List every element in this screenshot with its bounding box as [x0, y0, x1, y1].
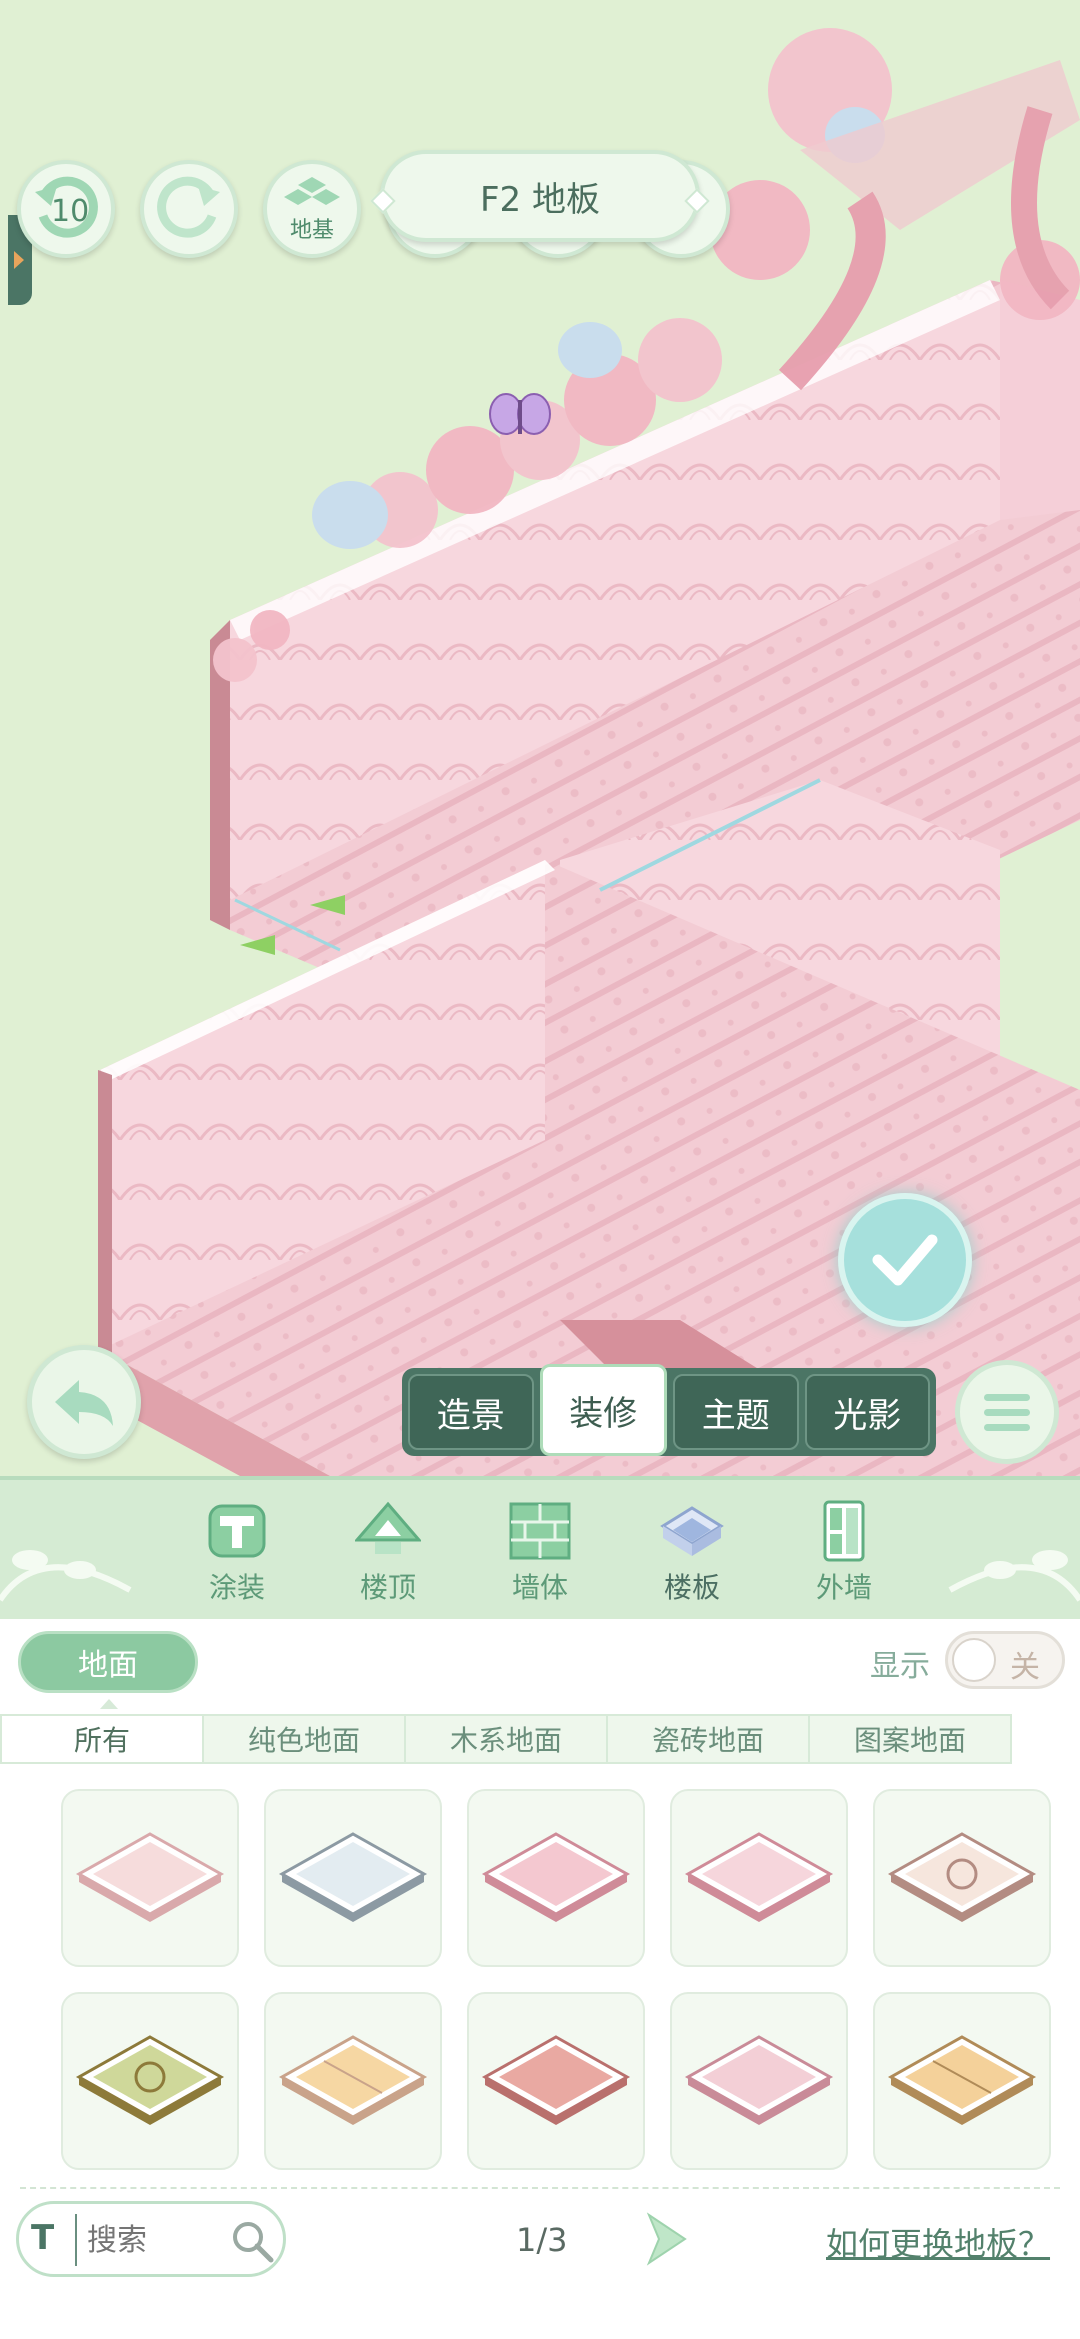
subtab-pattern[interactable]: 图案地面: [808, 1714, 1012, 1764]
help-link[interactable]: 如何更换地板？: [826, 2219, 1050, 2265]
category-exterior-wall[interactable]: 外墙: [789, 1500, 899, 1612]
search-box[interactable]: T: [16, 2201, 286, 2277]
section-pill-ground[interactable]: 地面: [18, 1631, 198, 1693]
vine-decoration-right: [948, 1550, 1080, 1602]
search-separator: [75, 2214, 77, 2266]
butterfly: [489, 393, 551, 435]
floor-item-tile[interactable]: [873, 1992, 1051, 2170]
next-page-arrow-icon[interactable]: [645, 2211, 689, 2267]
subtab-wood[interactable]: 木系地面: [404, 1714, 608, 1764]
back-arrow-icon: [55, 1380, 113, 1426]
category-label: 楼板: [663, 1571, 720, 1604]
tab-theme[interactable]: 主题: [673, 1374, 799, 1450]
menu-button[interactable]: [955, 1360, 1059, 1464]
category-label: 楼顶: [359, 1571, 416, 1604]
exterior-wall-icon: [823, 1500, 865, 1562]
checkmark-icon: [872, 1234, 938, 1286]
subtab-solid-color[interactable]: 纯色地面: [202, 1714, 406, 1764]
redo-icon: [157, 176, 220, 238]
toggle-state: 关: [1010, 1650, 1040, 1685]
subtab-all[interactable]: 所有: [0, 1714, 204, 1764]
floor-item-tile[interactable]: [264, 1789, 442, 1967]
display-toggle[interactable]: 关: [945, 1631, 1065, 1689]
floor-item-tile[interactable]: [61, 1789, 239, 1967]
foundation-button[interactable]: 地基: [263, 160, 361, 258]
brick-wall-icon: [509, 1502, 571, 1560]
floor-item-tile[interactable]: [467, 1992, 645, 2170]
floor-item-tile[interactable]: [670, 1789, 848, 1967]
search-input[interactable]: [85, 2216, 229, 2264]
roof-icon: [355, 1501, 421, 1554]
category-label: 墙体: [511, 1571, 568, 1604]
redo-button[interactable]: [140, 160, 238, 258]
floor-item-tile[interactable]: [61, 1992, 239, 2170]
section-label: 地面: [78, 1648, 138, 1683]
page-indicator: 1/3: [516, 2221, 568, 2259]
floor-tile-wood-parquet-icon: [887, 2035, 1037, 2125]
floor-tile-yellow-wood-icon: [278, 2035, 428, 2125]
section-pointer: [100, 1699, 118, 1709]
toggle-knob: [952, 1638, 996, 1682]
floor-item-tile[interactable]: [264, 1992, 442, 2170]
category-roof[interactable]: 楼顶: [333, 1500, 443, 1612]
search-icon[interactable]: [229, 2218, 275, 2264]
floor-tile-pink-icon: [481, 1832, 631, 1922]
vine-decoration-left: [0, 1550, 132, 1602]
category-label: 外墙: [815, 1571, 872, 1604]
floor-tile-rose-icon: [481, 2035, 631, 2125]
tab-lighting[interactable]: 光影: [804, 1374, 930, 1450]
divider: [20, 2187, 1060, 2189]
menu-icon: [984, 1393, 1030, 1431]
category-bar: 涂装 楼顶 墙体 楼板 外墙: [0, 1476, 1080, 1623]
display-label: 显示: [870, 1649, 930, 1684]
floor-tile-pink-wood-icon: [684, 1832, 834, 1922]
foundation-label: 地基: [289, 218, 334, 243]
floor-title: F2 地板: [380, 150, 700, 242]
floor-tile-blue-grey-icon: [278, 1832, 428, 1922]
floor-type-tabs: 所有 纯色地面 木系地面 瓷砖地面 图案地面: [0, 1714, 1012, 1764]
text-filter-icon[interactable]: T: [31, 2218, 54, 2258]
undo-count: 10: [51, 194, 90, 229]
floor-item-tile[interactable]: [873, 1789, 1051, 1967]
floor-tile-pink-lace-icon: [684, 2035, 834, 2125]
category-paint[interactable]: 涂装: [182, 1500, 292, 1612]
floor-item-tile[interactable]: [467, 1789, 645, 1967]
floor-tile-green-gold-pattern-icon: [75, 2035, 225, 2125]
confirm-button[interactable]: [838, 1193, 972, 1327]
undo-button[interactable]: 10: [17, 160, 115, 258]
floor-tile-cream-pattern-icon: [887, 1832, 1037, 1922]
tab-scenery[interactable]: 造景: [408, 1374, 534, 1450]
floor-tile-light-pink-icon: [75, 1832, 225, 1922]
paint-bucket-icon: [208, 1504, 266, 1558]
house-scene[interactable]: 10 地基 F2 地板 造景 装修 主题 光影: [0, 0, 1080, 1476]
back-button[interactable]: [27, 1345, 141, 1459]
subtab-tile[interactable]: 瓷砖地面: [606, 1714, 810, 1764]
floor-item-tile[interactable]: [670, 1992, 848, 2170]
category-floor[interactable]: 楼板: [637, 1500, 747, 1612]
tab-decoration[interactable]: 装修: [539, 1364, 667, 1456]
category-wall[interactable]: 墙体: [485, 1500, 595, 1612]
category-label: 涂装: [208, 1571, 265, 1604]
item-panel: 地面 显示 关 所有 纯色地面 木系地面 瓷砖地面 图案地面 T 1/3 如何更…: [0, 1619, 1080, 2339]
floor-slab-icon: [660, 1506, 724, 1556]
mode-tabs: 造景 装修 主题 光影: [402, 1364, 936, 1456]
